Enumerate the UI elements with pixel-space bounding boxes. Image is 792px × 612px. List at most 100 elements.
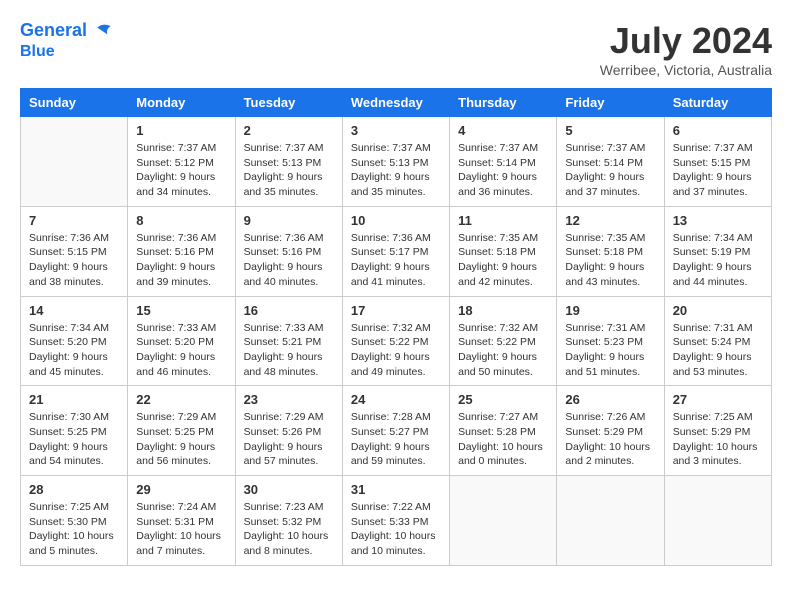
day-info: Sunrise: 7:34 AMSunset: 5:19 PMDaylight:… [673, 231, 763, 290]
calendar-header-row: SundayMondayTuesdayWednesdayThursdayFrid… [21, 89, 772, 117]
day-info: Sunrise: 7:34 AMSunset: 5:20 PMDaylight:… [29, 321, 119, 380]
calendar-cell: 18 Sunrise: 7:32 AMSunset: 5:22 PMDayligh… [450, 296, 557, 386]
day-number: 18 [458, 303, 548, 318]
calendar-cell: 7 Sunrise: 7:36 AMSunset: 5:15 PMDaylight… [21, 206, 128, 296]
calendar-cell: 29 Sunrise: 7:24 AMSunset: 5:31 PMDayligh… [128, 476, 235, 566]
day-number: 20 [673, 303, 763, 318]
day-info: Sunrise: 7:28 AMSunset: 5:27 PMDaylight:… [351, 410, 441, 469]
day-info: Sunrise: 7:32 AMSunset: 5:22 PMDaylight:… [458, 321, 548, 380]
day-info: Sunrise: 7:31 AMSunset: 5:24 PMDaylight:… [673, 321, 763, 380]
calendar-week-1: 1Sunrise: 7:37 AMSunset: 5:12 PMDaylight… [21, 117, 772, 207]
col-header-saturday: Saturday [664, 89, 771, 117]
calendar-table: SundayMondayTuesdayWednesdayThursdayFrid… [20, 88, 772, 566]
calendar-cell [664, 476, 771, 566]
day-info: Sunrise: 7:35 AMSunset: 5:18 PMDaylight:… [565, 231, 655, 290]
col-header-tuesday: Tuesday [235, 89, 342, 117]
month-title: July 2024 [600, 20, 772, 62]
day-number: 9 [244, 213, 334, 228]
calendar-cell: 16 Sunrise: 7:33 AMSunset: 5:21 PMDayligh… [235, 296, 342, 386]
calendar-cell: 24 Sunrise: 7:28 AMSunset: 5:27 PMDayligh… [342, 386, 449, 476]
day-info: Sunrise: 7:25 AMSunset: 5:29 PMDaylight:… [673, 410, 763, 469]
calendar-week-2: 7 Sunrise: 7:36 AMSunset: 5:15 PMDaylight… [21, 206, 772, 296]
day-number: 8 [136, 213, 226, 228]
calendar-cell: 10 Sunrise: 7:36 AMSunset: 5:17 PMDayligh… [342, 206, 449, 296]
day-number: 24 [351, 392, 441, 407]
logo-general: General [20, 20, 87, 40]
day-number: 27 [673, 392, 763, 407]
day-info: Sunrise: 7:30 AMSunset: 5:25 PMDaylight:… [29, 410, 119, 469]
calendar-cell: 26Sunrise: 7:26 AMSunset: 5:29 PMDayligh… [557, 386, 664, 476]
calendar-cell: 23 Sunrise: 7:29 AMSunset: 5:26 PMDayligh… [235, 386, 342, 476]
calendar-cell: 3 Sunrise: 7:37 AMSunset: 5:13 PMDaylight… [342, 117, 449, 207]
day-number: 5 [565, 123, 655, 138]
logo-blue: Blue [20, 42, 114, 61]
day-number: 25 [458, 392, 548, 407]
day-number: 16 [244, 303, 334, 318]
location: Werribee, Victoria, Australia [600, 62, 772, 78]
day-number: 29 [136, 482, 226, 497]
calendar-cell: 4 Sunrise: 7:37 AMSunset: 5:14 PMDaylight… [450, 117, 557, 207]
logo-bird-icon [94, 21, 114, 41]
day-number: 4 [458, 123, 548, 138]
day-number: 23 [244, 392, 334, 407]
day-info: Sunrise: 7:29 AMSunset: 5:26 PMDaylight:… [244, 410, 334, 469]
day-number: 14 [29, 303, 119, 318]
calendar-cell: 5 Sunrise: 7:37 AMSunset: 5:14 PMDaylight… [557, 117, 664, 207]
calendar-cell: 12 Sunrise: 7:35 AMSunset: 5:18 PMDayligh… [557, 206, 664, 296]
day-info: Sunrise: 7:32 AMSunset: 5:22 PMDaylight:… [351, 321, 441, 380]
day-info: Sunrise: 7:35 AMSunset: 5:18 PMDaylight:… [458, 231, 548, 290]
calendar-cell: 28 Sunrise: 7:25 AMSunset: 5:30 PMDayligh… [21, 476, 128, 566]
calendar-cell [21, 117, 128, 207]
day-info: Sunrise: 7:29 AMSunset: 5:25 PMDaylight:… [136, 410, 226, 469]
day-number: 19 [565, 303, 655, 318]
day-number: 7 [29, 213, 119, 228]
day-number: 12 [565, 213, 655, 228]
day-number: 10 [351, 213, 441, 228]
day-number: 30 [244, 482, 334, 497]
calendar-cell: 31Sunrise: 7:22 AMSunset: 5:33 PMDayligh… [342, 476, 449, 566]
col-header-monday: Monday [128, 89, 235, 117]
day-info: Sunrise: 7:24 AMSunset: 5:31 PMDaylight:… [136, 500, 226, 559]
day-number: 13 [673, 213, 763, 228]
day-info: Sunrise: 7:37 AMSunset: 5:14 PMDaylight:… [565, 141, 655, 200]
day-number: 21 [29, 392, 119, 407]
day-info: Sunrise: 7:37 AMSunset: 5:13 PMDaylight:… [351, 141, 441, 200]
day-number: 28 [29, 482, 119, 497]
calendar-cell: 11 Sunrise: 7:35 AMSunset: 5:18 PMDayligh… [450, 206, 557, 296]
calendar-cell: 25Sunrise: 7:27 AMSunset: 5:28 PMDayligh… [450, 386, 557, 476]
calendar-cell: 2Sunrise: 7:37 AMSunset: 5:13 PMDaylight… [235, 117, 342, 207]
day-info: Sunrise: 7:37 AMSunset: 5:13 PMDaylight:… [244, 141, 334, 200]
day-info: Sunrise: 7:26 AMSunset: 5:29 PMDaylight:… [565, 410, 655, 469]
calendar-week-5: 28 Sunrise: 7:25 AMSunset: 5:30 PMDayligh… [21, 476, 772, 566]
calendar-cell: 21 Sunrise: 7:30 AMSunset: 5:25 PMDayligh… [21, 386, 128, 476]
calendar-cell: 20 Sunrise: 7:31 AMSunset: 5:24 PMDayligh… [664, 296, 771, 386]
day-info: Sunrise: 7:36 AMSunset: 5:17 PMDaylight:… [351, 231, 441, 290]
day-info: Sunrise: 7:31 AMSunset: 5:23 PMDaylight:… [565, 321, 655, 380]
title-block: July 2024 Werribee, Victoria, Australia [600, 20, 772, 78]
day-number: 11 [458, 213, 548, 228]
day-info: Sunrise: 7:36 AMSunset: 5:16 PMDaylight:… [244, 231, 334, 290]
day-info: Sunrise: 7:23 AMSunset: 5:32 PMDaylight:… [244, 500, 334, 559]
day-number: 15 [136, 303, 226, 318]
day-info: Sunrise: 7:33 AMSunset: 5:21 PMDaylight:… [244, 321, 334, 380]
day-number: 3 [351, 123, 441, 138]
day-info: Sunrise: 7:37 AMSunset: 5:14 PMDaylight:… [458, 141, 548, 200]
day-info: Sunrise: 7:25 AMSunset: 5:30 PMDaylight:… [29, 500, 119, 559]
calendar-cell: 15 Sunrise: 7:33 AMSunset: 5:20 PMDayligh… [128, 296, 235, 386]
day-number: 17 [351, 303, 441, 318]
calendar-cell: 13 Sunrise: 7:34 AMSunset: 5:19 PMDayligh… [664, 206, 771, 296]
calendar-cell: 9 Sunrise: 7:36 AMSunset: 5:16 PMDaylight… [235, 206, 342, 296]
day-number: 1 [136, 123, 226, 138]
day-number: 22 [136, 392, 226, 407]
calendar-cell: 8Sunrise: 7:36 AMSunset: 5:16 PMDaylight… [128, 206, 235, 296]
day-info: Sunrise: 7:36 AMSunset: 5:15 PMDaylight:… [29, 231, 119, 290]
col-header-thursday: Thursday [450, 89, 557, 117]
calendar-cell [450, 476, 557, 566]
calendar-cell: 19 Sunrise: 7:31 AMSunset: 5:23 PMDayligh… [557, 296, 664, 386]
calendar-cell: 22 Sunrise: 7:29 AMSunset: 5:25 PMDayligh… [128, 386, 235, 476]
calendar-cell [557, 476, 664, 566]
day-info: Sunrise: 7:22 AMSunset: 5:33 PMDaylight:… [351, 500, 441, 559]
day-info: Sunrise: 7:33 AMSunset: 5:20 PMDaylight:… [136, 321, 226, 380]
calendar-week-3: 14 Sunrise: 7:34 AMSunset: 5:20 PMDayligh… [21, 296, 772, 386]
calendar-cell: 14 Sunrise: 7:34 AMSunset: 5:20 PMDayligh… [21, 296, 128, 386]
